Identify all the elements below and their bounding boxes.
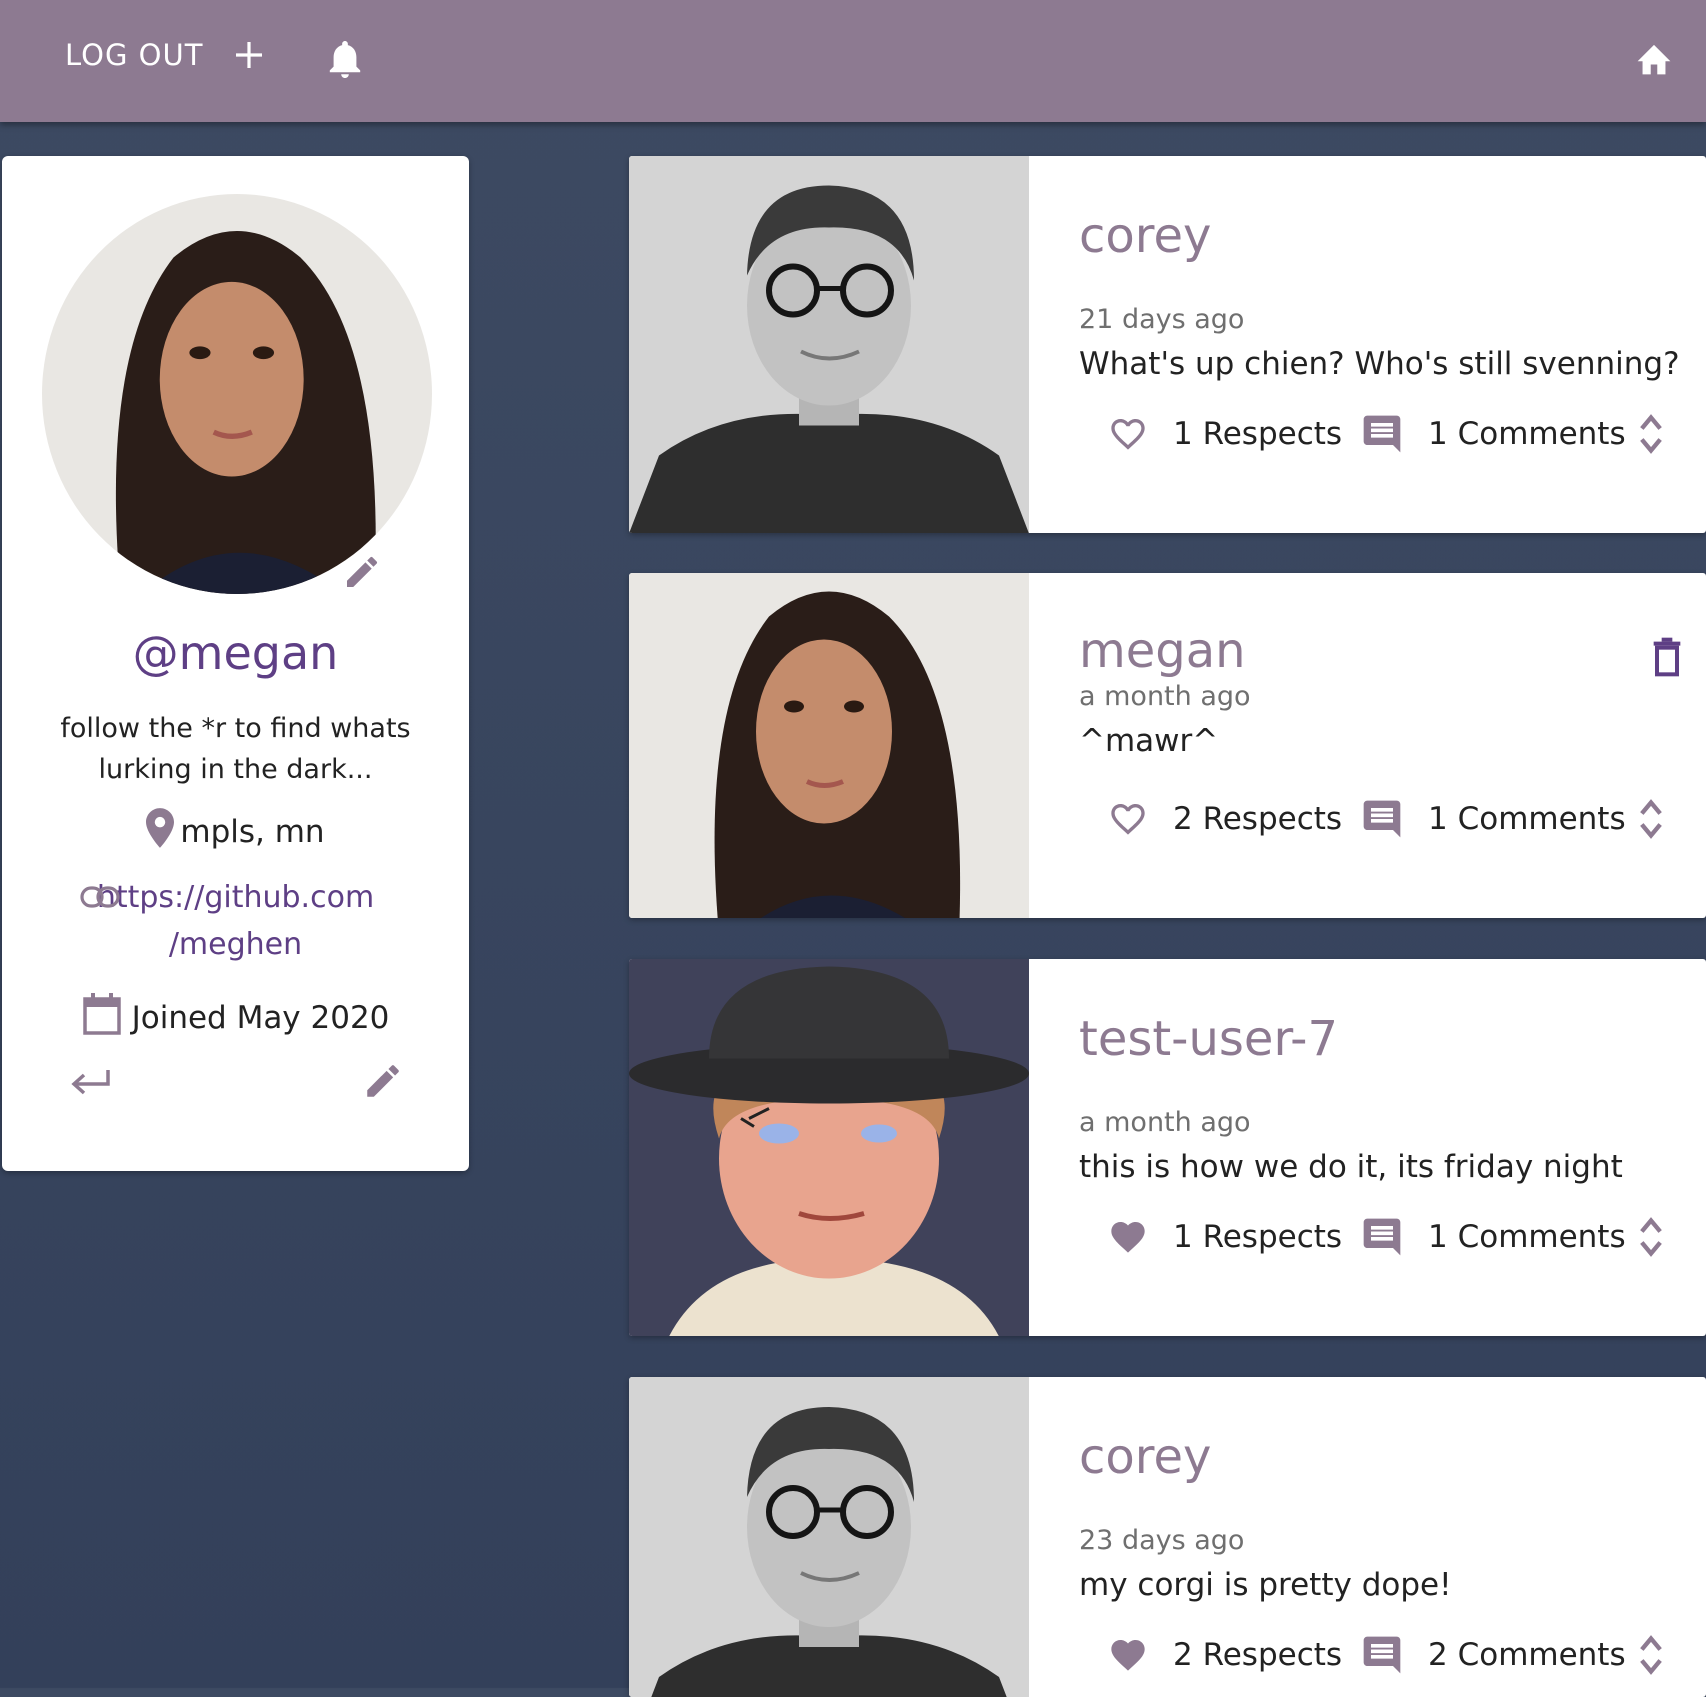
author-photo (629, 959, 1029, 1336)
location-pin-icon (146, 808, 175, 848)
bio-line: lurking in the dark... (98, 754, 373, 785)
respects-count: 1 Respects (1173, 1219, 1343, 1255)
avatar (42, 194, 432, 594)
post-author[interactable]: corey (1079, 1429, 1211, 1485)
post-time: 21 days ago (1079, 304, 1245, 335)
respects-count: 1 Respects (1173, 416, 1343, 452)
post-actions: 1 Respects 1 Comments (1106, 1215, 1706, 1263)
post-text: What's up chien? Who's still svenning? (1079, 346, 1680, 382)
comment-icon[interactable] (1360, 797, 1404, 841)
post-time: a month ago (1079, 681, 1251, 712)
link-line[interactable]: /meghen (42, 921, 429, 968)
location-text: mpls, mn (180, 814, 325, 850)
link-icon (80, 886, 120, 908)
edit-profile-icon[interactable] (362, 1060, 404, 1102)
heart-outline-icon[interactable] (1106, 414, 1150, 454)
comments-count[interactable]: 1 Comments (1428, 1219, 1626, 1255)
app-bar: LOG OUT (0, 0, 1706, 122)
author-photo (629, 156, 1029, 533)
post-text: this is how we do it, its friday night (1079, 1149, 1623, 1185)
comment-icon[interactable] (1360, 1633, 1404, 1677)
post-text: ^mawr^ (1079, 723, 1219, 759)
post-actions: 1 Respects 1 Comments (1106, 412, 1706, 460)
heart-outline-icon[interactable] (1106, 799, 1150, 839)
delete-icon[interactable] (1651, 637, 1683, 677)
heart-filled-icon[interactable] (1106, 1217, 1150, 1257)
edit-avatar-icon[interactable] (342, 552, 382, 592)
bell-icon[interactable] (326, 38, 364, 80)
logout-button[interactable]: LOG OUT (65, 38, 203, 72)
plus-icon[interactable] (234, 40, 264, 70)
comment-icon[interactable] (1360, 1215, 1404, 1259)
unfold-icon[interactable] (1638, 412, 1664, 456)
calendar-icon (82, 993, 121, 1035)
return-icon[interactable] (68, 1064, 112, 1100)
post-actions: 2 Respects 1 Comments (1106, 797, 1706, 845)
post-author[interactable]: megan (1079, 623, 1246, 679)
post-card: corey 21 days ago What's up chien? Who's… (629, 156, 1706, 533)
profile-joined: Joined May 2020 (2, 992, 469, 1036)
post-time: 23 days ago (1079, 1525, 1245, 1556)
bio-line: follow the *r to find whats (60, 713, 411, 744)
profile-card: @megan follow the *r to find whats lurki… (2, 156, 469, 1171)
post-card: test-user-7 a month ago this is how we d… (629, 959, 1706, 1336)
profile-link[interactable]: https://github.com /meghen (42, 874, 429, 968)
profile-bio: follow the *r to find whats lurking in t… (42, 708, 429, 790)
comments-count[interactable]: 1 Comments (1428, 416, 1626, 452)
respects-count: 2 Respects (1173, 801, 1343, 837)
post-actions: 2 Respects 2 Comments (1106, 1633, 1706, 1681)
post-author[interactable]: test-user-7 (1079, 1011, 1338, 1067)
comments-count[interactable]: 1 Comments (1428, 801, 1626, 837)
post-time: a month ago (1079, 1107, 1251, 1138)
profile-location: mpls, mn (2, 808, 469, 850)
unfold-icon[interactable] (1638, 1215, 1664, 1259)
profile-handle: @megan (132, 626, 339, 680)
unfold-icon[interactable] (1638, 1633, 1664, 1677)
unfold-icon[interactable] (1638, 797, 1664, 841)
comments-count[interactable]: 2 Comments (1428, 1637, 1626, 1673)
home-icon[interactable] (1634, 40, 1674, 76)
joined-text: Joined May 2020 (131, 1000, 390, 1036)
author-photo (629, 573, 1029, 918)
post-card: megan a month ago ^mawr^ 2 Respects 1 Co… (629, 573, 1706, 918)
author-photo (629, 1377, 1029, 1697)
comment-icon[interactable] (1360, 412, 1404, 456)
heart-filled-icon[interactable] (1106, 1635, 1150, 1675)
post-author[interactable]: corey (1079, 208, 1211, 264)
post-card: corey 23 days ago my corgi is pretty dop… (629, 1377, 1706, 1697)
respects-count: 2 Respects (1173, 1637, 1343, 1673)
post-text: my corgi is pretty dope! (1079, 1567, 1452, 1603)
